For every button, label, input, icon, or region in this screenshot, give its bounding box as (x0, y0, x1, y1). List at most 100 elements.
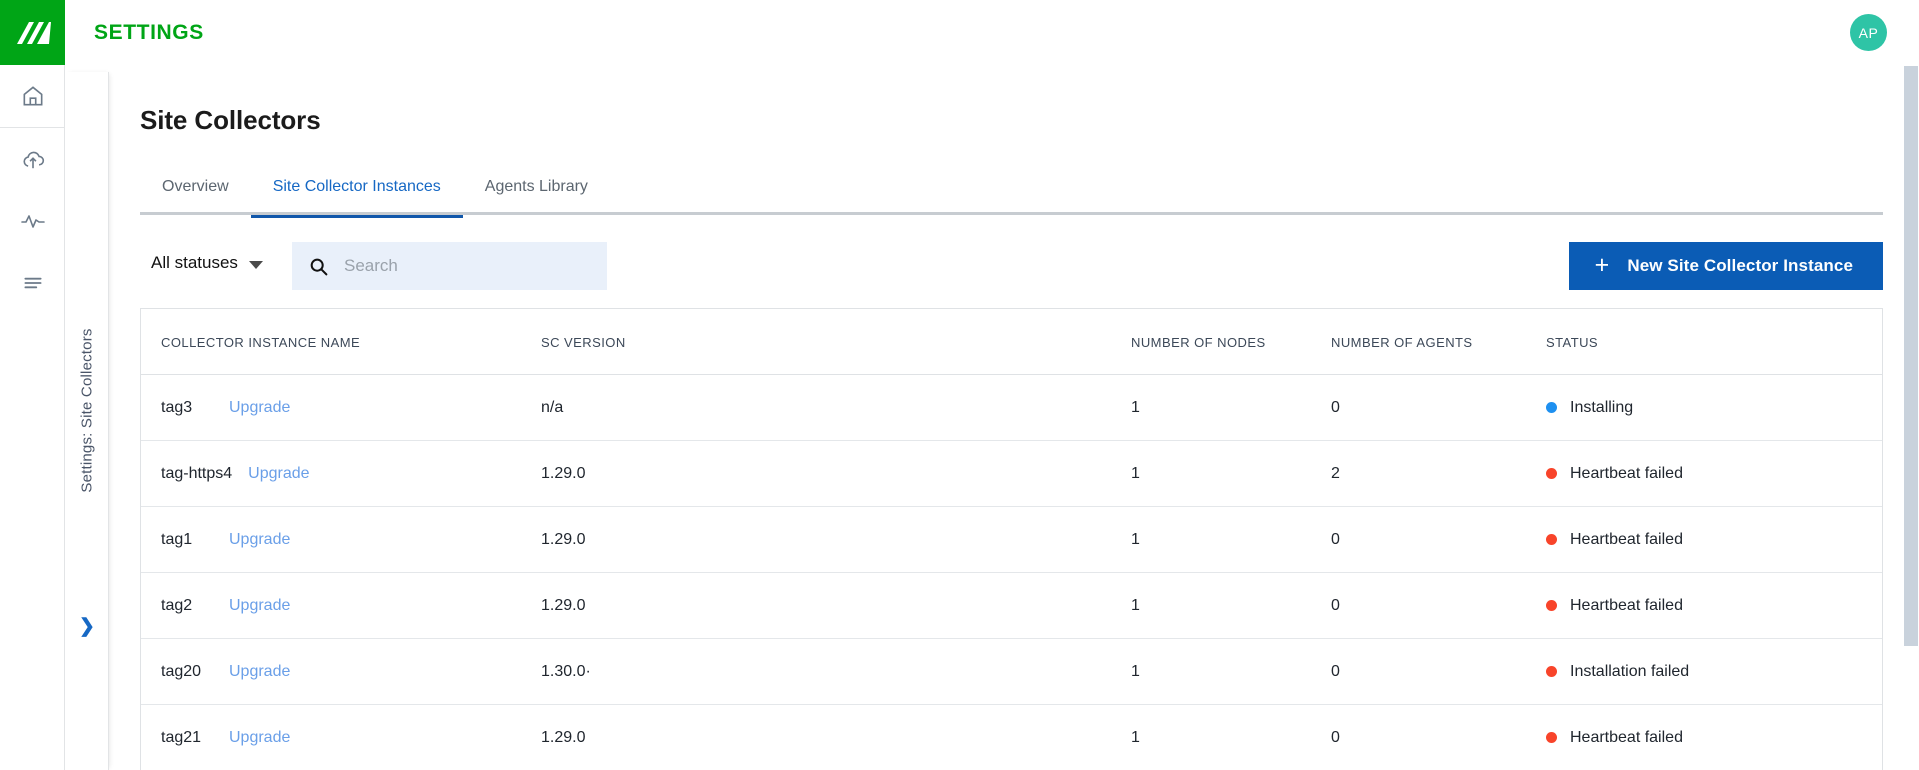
caret-down-icon (248, 260, 263, 269)
cell-number-of-agents: 0 (1331, 638, 1546, 705)
collectors-table-container: COLLECTOR INSTANCE NAME SC VERSION NUMBE… (140, 308, 1883, 770)
cell-sc-version: n/a (541, 374, 1131, 441)
upgrade-link[interactable]: Upgrade (229, 597, 290, 615)
column-header-number-of-nodes: NUMBER OF NODES (1131, 309, 1331, 375)
cell-status: Heartbeat failed (1546, 506, 1882, 573)
cell-status: Heartbeat failed (1546, 440, 1882, 507)
status-dot (1546, 732, 1557, 743)
cell-number-of-nodes: 1 (1131, 374, 1331, 441)
column-header-number-of-agents: NUMBER OF AGENTS (1331, 309, 1546, 375)
collectors-table: COLLECTOR INSTANCE NAME SC VERSION NUMBE… (141, 309, 1882, 770)
secondary-nav-strip: Settings: Site Collectors ❯ (65, 72, 109, 770)
upgrade-link[interactable]: Upgrade (229, 399, 290, 417)
cell-number-of-agents: 2 (1331, 440, 1546, 507)
search-input[interactable] (344, 256, 584, 276)
table-row[interactable]: tag20 Upgrade 1.30.0· 1 0 Installation failed (141, 638, 1882, 705)
cell-number-of-agents: 0 (1331, 704, 1546, 770)
table-row[interactable]: tag1 Upgrade 1.29.0 1 0 Heartbeat failed (141, 506, 1882, 573)
filter-bar: All statuses + New Site Collector Instan… (140, 242, 1883, 292)
status-filter-label: All statuses (151, 253, 238, 272)
tab-bar: Overview Site Collector Instances Agents… (140, 168, 1883, 218)
upgrade-link[interactable]: Upgrade (229, 531, 290, 549)
collector-instance-name: tag1 (161, 530, 193, 548)
cell-number-of-agents: 0 (1331, 572, 1546, 639)
cell-sc-version: 1.30.0· (541, 638, 1131, 705)
list-lines-icon (23, 277, 42, 289)
tab-agents-library[interactable]: Agents Library (463, 168, 610, 215)
table-row[interactable]: tag2 Upgrade 1.29.0 1 0 Heartbeat failed (141, 572, 1882, 639)
table-row[interactable]: tag3 Upgrade n/a 1 0 Installing (141, 374, 1882, 441)
chevron-right-icon[interactable]: ❯ (65, 617, 109, 636)
sidebar-item-activity[interactable] (0, 190, 65, 252)
activity-pulse-icon (20, 215, 45, 228)
status-dot (1546, 666, 1557, 677)
home-icon (23, 86, 42, 106)
cell-sc-version: 1.29.0 (541, 704, 1131, 770)
table-header-row: COLLECTOR INSTANCE NAME SC VERSION NUMBE… (141, 309, 1882, 375)
table-row[interactable]: tag-https4 Upgrade 1.29.0 1 2 Heartbeat faile… (141, 440, 1882, 507)
cell-sc-version: 1.29.0 (541, 506, 1131, 573)
cell-collector-instance-name: tag2 Upgrade (141, 572, 541, 639)
app-logo[interactable] (0, 0, 65, 65)
cell-status: Heartbeat failed (1546, 704, 1882, 770)
collector-instance-name: tag-https4 (161, 464, 233, 482)
status-badge: Installing (1570, 398, 1634, 416)
upgrade-link[interactable]: Upgrade (248, 465, 309, 483)
status-badge: Heartbeat failed (1570, 596, 1683, 614)
column-header-sc-version: SC VERSION (541, 309, 1131, 375)
status-badge: Installation failed (1570, 662, 1690, 680)
page-section-title: SETTINGS (94, 21, 204, 44)
cell-status: Installing (1546, 374, 1882, 441)
status-badge: Heartbeat failed (1570, 464, 1683, 482)
main-content: Site Collectors Overview Site Collector … (109, 65, 1919, 770)
page-scrollbar-thumb[interactable] (1904, 66, 1918, 646)
cell-collector-instance-name: tag1 Upgrade (141, 506, 541, 573)
cell-collector-instance-name: tag-https4 Upgrade (141, 440, 541, 507)
upgrade-link[interactable]: Upgrade (229, 663, 290, 681)
avatar[interactable]: AP (1850, 14, 1887, 51)
status-badge: Heartbeat failed (1570, 530, 1683, 548)
status-dot (1546, 600, 1557, 611)
collector-instance-name: tag3 (161, 398, 193, 416)
new-site-collector-instance-label: New Site Collector Instance (1627, 256, 1853, 275)
table-body: tag3 Upgrade n/a 1 0 Installing tag-https4 Upgr… (141, 374, 1882, 770)
status-filter-dropdown[interactable]: All statuses (151, 253, 263, 273)
new-site-collector-instance-button[interactable]: + New Site Collector Instance (1568, 242, 1883, 290)
column-header-collector-instance-name: COLLECTOR INSTANCE NAME (141, 309, 541, 375)
status-dot (1546, 534, 1557, 545)
page-title: Site Collectors (140, 105, 321, 135)
sidebar-item-cloud-upload[interactable] (0, 128, 65, 190)
tripwire-logo-icon (16, 21, 51, 44)
cell-number-of-nodes: 1 (1131, 638, 1331, 705)
cell-collector-instance-name: tag21 Upgrade (141, 704, 541, 770)
cell-sc-version: 1.29.0 (541, 440, 1131, 507)
top-bar: SETTINGS AP (0, 0, 1919, 65)
search-box[interactable] (292, 242, 607, 290)
collector-instance-name: tag2 (161, 596, 193, 614)
status-dot (1546, 468, 1557, 479)
cell-collector-instance-name: tag20 Upgrade (141, 638, 541, 705)
cell-number-of-nodes: 1 (1131, 572, 1331, 639)
cell-status: Installation failed (1546, 638, 1882, 705)
cell-status: Heartbeat failed (1546, 572, 1882, 639)
sidebar-item-home[interactable] (0, 65, 65, 127)
cell-number-of-agents: 0 (1331, 506, 1546, 573)
tab-overview[interactable]: Overview (140, 168, 251, 215)
tab-site-collector-instances[interactable]: Site Collector Instances (250, 168, 463, 218)
cell-sc-version: 1.29.0 (541, 572, 1131, 639)
sidebar-item-reports[interactable] (0, 252, 65, 314)
collector-instance-name: tag20 (161, 662, 202, 680)
cloud-upload-icon (22, 151, 44, 169)
table-header: COLLECTOR INSTANCE NAME SC VERSION NUMBE… (141, 309, 1882, 375)
column-header-status: STATUS (1546, 309, 1882, 375)
cell-number-of-agents: 0 (1331, 374, 1546, 441)
cell-number-of-nodes: 1 (1131, 704, 1331, 770)
status-dot (1546, 402, 1557, 413)
cell-number-of-nodes: 1 (1131, 440, 1331, 507)
cell-number-of-nodes: 1 (1131, 506, 1331, 573)
icon-rail (0, 65, 65, 770)
upgrade-link[interactable]: Upgrade (229, 729, 290, 747)
search-icon (308, 256, 329, 277)
table-row[interactable]: tag21 Upgrade 1.29.0 1 0 Heartbeat failed (141, 704, 1882, 770)
plus-icon: + (1594, 250, 1610, 279)
